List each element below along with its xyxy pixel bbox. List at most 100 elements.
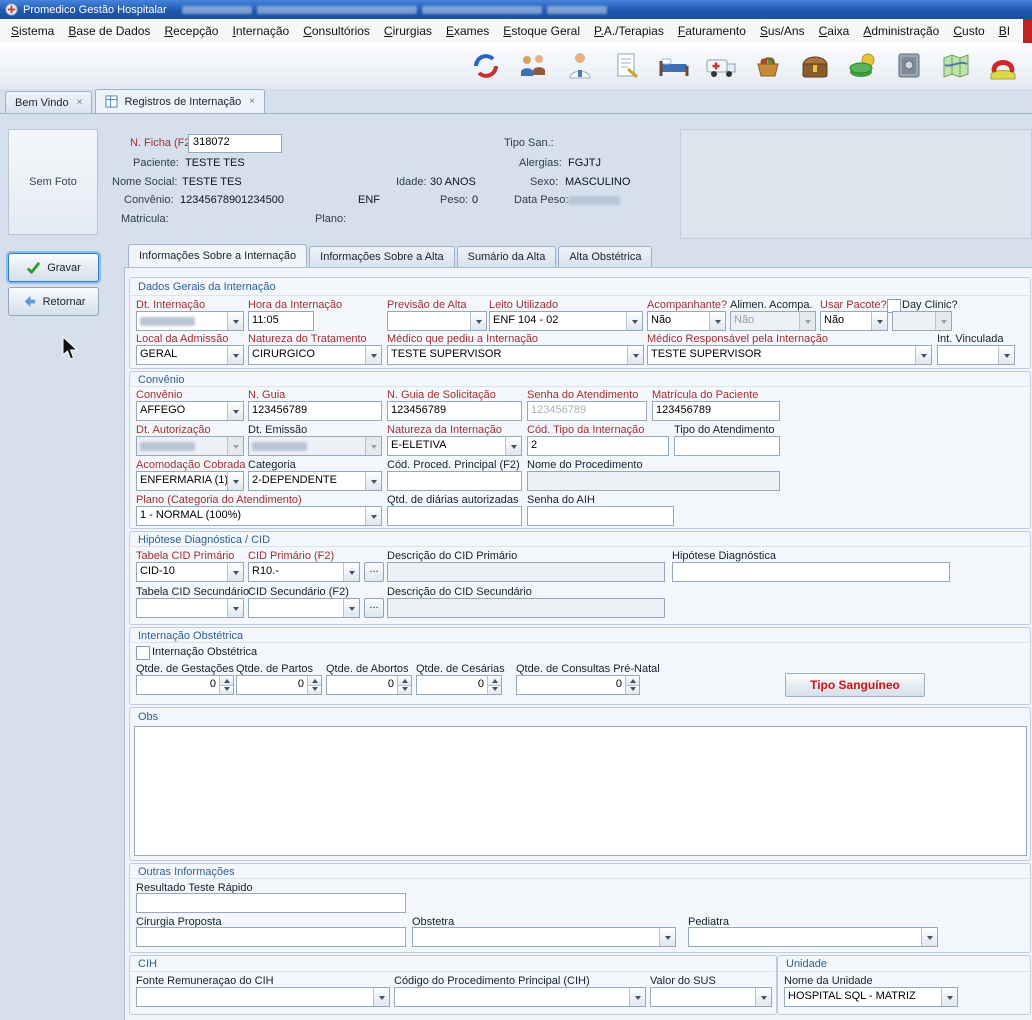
stepper-arrows[interactable]	[307, 676, 321, 694]
fonte-cih-select[interactable]	[136, 987, 390, 1007]
acomodacao-cobrada-select[interactable]: ENFERMARIA (1)	[136, 471, 244, 491]
tab-sumario-alta[interactable]: Sumário da Alta	[457, 246, 557, 267]
menu-custo[interactable]: Custo	[946, 20, 991, 42]
patients-group-icon[interactable]	[516, 49, 550, 83]
categoria-select[interactable]: 2-DEPENDENTE	[248, 471, 382, 491]
natureza-internacao-select[interactable]: E-ELETIVA	[387, 436, 522, 456]
pediatra-select[interactable]	[688, 927, 938, 947]
menu-estoque-geral[interactable]: Estoque Geral	[496, 20, 587, 42]
menu-bi[interactable]: BI	[992, 20, 1017, 42]
tab-alta-obstetrica[interactable]: Alta Obstétrica	[558, 246, 652, 267]
internacao-obstetrica-checkbox[interactable]	[136, 646, 150, 660]
usar-pacote-select[interactable]: Não	[820, 311, 888, 331]
desc-cid-primario-input[interactable]	[387, 562, 665, 582]
int-vinculada-select[interactable]	[937, 345, 1015, 365]
nome-unidade-select[interactable]: HOSPITAL SQL - MATRIZ	[784, 987, 958, 1007]
menu-consultorios[interactable]: Consultórios	[296, 20, 377, 42]
cod-proced-principal-input[interactable]	[387, 471, 522, 491]
local-admissao-select[interactable]: GERAL	[136, 345, 244, 365]
tab-bem-vindo[interactable]: Bem Vindo ×	[5, 91, 92, 113]
back-button[interactable]: Retornar	[8, 287, 99, 316]
valor-sus-select[interactable]	[650, 987, 772, 1007]
dt-emissao-select[interactable]	[248, 436, 382, 456]
cid-secundario-lookup-button[interactable]: ...	[364, 598, 384, 618]
cid-secundario-select[interactable]	[248, 598, 360, 618]
codigo-cih-select[interactable]	[394, 987, 646, 1007]
matricula-paciente-input[interactable]: 123456789	[652, 401, 780, 421]
ambulance-icon[interactable]	[704, 49, 738, 83]
menu-pa-terapias[interactable]: P.A./Terapias	[587, 20, 671, 42]
tabela-cid-secundario-select[interactable]	[136, 598, 244, 618]
alimen-acompa-select[interactable]: Não	[730, 311, 816, 331]
close-icon[interactable]: ×	[77, 97, 83, 108]
hipotese-diagnostica-input[interactable]	[672, 562, 950, 582]
hospital-bed-icon[interactable]	[657, 49, 691, 83]
menu-administracao[interactable]: Administração	[856, 20, 946, 42]
phone-icon[interactable]	[986, 49, 1020, 83]
supplies-basket-icon[interactable]	[751, 49, 785, 83]
menu-sus-ans[interactable]: Sus/Ans	[753, 20, 812, 42]
natureza-tratamento-select[interactable]: CIRURGICO	[248, 345, 382, 365]
stepper-arrows[interactable]	[219, 676, 233, 694]
cod-tipo-internacao-input[interactable]: 2	[527, 436, 669, 456]
tabela-cid-primario-select[interactable]: CID-10	[136, 562, 244, 582]
menu-faturamento[interactable]: Faturamento	[671, 20, 753, 42]
medico-pediu-label: Médico que pediu a Internação	[387, 333, 538, 345]
cid-primario-select[interactable]: R10.-	[248, 562, 360, 582]
ficha-input[interactable]: 318072	[188, 134, 282, 153]
desc-cid-secundario-input[interactable]	[387, 598, 665, 618]
chevron-down-icon	[343, 599, 359, 617]
tipo-atendimento-input[interactable]	[674, 436, 780, 456]
obs-textarea[interactable]	[134, 726, 1027, 856]
nome-procedimento-input[interactable]	[527, 471, 780, 491]
safe-icon[interactable]	[892, 49, 926, 83]
qtd-diarias-input[interactable]	[387, 506, 522, 526]
map-icon[interactable]	[939, 49, 973, 83]
refresh-patient-icon[interactable]	[469, 49, 503, 83]
gestacoes-stepper[interactable]: 0	[136, 675, 234, 695]
stepper-arrows[interactable]	[397, 676, 411, 694]
n-guia-input[interactable]: 123456789	[248, 401, 382, 421]
money-icon[interactable]	[845, 49, 879, 83]
tab-informacoes-alta[interactable]: Informações Sobre a Alta	[309, 246, 455, 267]
tipo-sanguineo-button[interactable]: Tipo Sanguíneo	[785, 673, 925, 697]
menu-internacao[interactable]: Internação	[225, 20, 296, 42]
obstetra-select[interactable]	[412, 927, 676, 947]
senha-atendimento-input[interactable]: 123456789	[527, 401, 647, 421]
dt-autorizacao-select[interactable]	[136, 436, 244, 456]
senha-aih-input[interactable]	[527, 506, 674, 526]
partos-stepper[interactable]: 0	[236, 675, 322, 695]
medico-responsavel-select[interactable]: TESTE SUPERVISOR	[647, 345, 932, 365]
day-clinic-select[interactable]	[892, 311, 952, 331]
medico-pediu-select[interactable]: TESTE SUPERVISOR	[387, 345, 644, 365]
treasure-chest-icon[interactable]	[798, 49, 832, 83]
menu-base-de-dados[interactable]: Base de Dados	[61, 20, 157, 42]
menu-exames[interactable]: Exames	[439, 20, 496, 42]
menu-cirurgias[interactable]: Cirurgias	[377, 20, 439, 42]
cid-primario-lookup-button[interactable]: ...	[364, 562, 384, 582]
cirurgia-proposta-input[interactable]	[136, 927, 406, 947]
resultado-teste-input[interactable]	[136, 893, 406, 913]
abortos-stepper[interactable]: 0	[326, 675, 412, 695]
leito-select[interactable]: ENF 104 - 02	[489, 311, 643, 331]
doctor-icon[interactable]	[563, 49, 597, 83]
prescription-icon[interactable]	[610, 49, 644, 83]
acompanhante-select[interactable]: Não	[647, 311, 726, 331]
stepper-arrows[interactable]	[625, 676, 639, 694]
menu-recepcao[interactable]: Recepção	[157, 20, 225, 42]
tab-registros-internacao[interactable]: Registros de Internação ×	[95, 89, 265, 113]
save-button[interactable]: Gravar	[8, 253, 99, 282]
previsao-alta-select[interactable]	[387, 311, 487, 331]
consultas-prenatal-stepper[interactable]: 0	[516, 675, 640, 695]
tab-informacoes-internacao[interactable]: Informações Sobre a Internação	[128, 244, 307, 267]
n-guia-solicitacao-input[interactable]: 123456789	[387, 401, 522, 421]
stepper-arrows[interactable]	[487, 676, 501, 694]
menu-caixa[interactable]: Caixa	[812, 20, 857, 42]
menu-sistema[interactable]: Sistema	[4, 20, 61, 42]
cesarias-stepper[interactable]: 0	[416, 675, 502, 695]
dt-internacao-select[interactable]	[136, 311, 244, 331]
plano-categoria-select[interactable]: 1 - NORMAL (100%)	[136, 506, 382, 526]
convenio-select[interactable]: AFFEGO	[136, 401, 244, 421]
close-icon[interactable]: ×	[249, 96, 255, 107]
hora-input[interactable]: 11:05	[248, 311, 314, 331]
